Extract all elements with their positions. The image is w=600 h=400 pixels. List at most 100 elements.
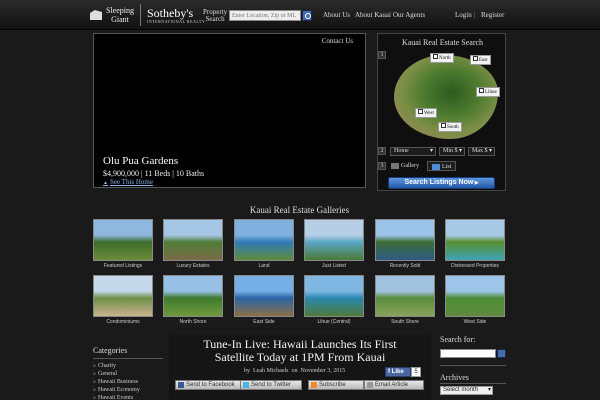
region-west-checkbox[interactable]: West: [415, 108, 437, 118]
sothebys-brand: Sotheby's INTERNATIONAL REALTY: [147, 7, 205, 24]
property-type-select[interactable]: Home: [390, 147, 436, 156]
gallery-view-label: Gallery: [401, 163, 419, 169]
archives-month-select[interactable]: Select month: [440, 386, 493, 395]
send-to-twitter-label: Send to Twitter: [251, 382, 291, 388]
region-lihue-checkbox[interactable]: Lihue: [476, 87, 500, 97]
brand-name: Sotheby's: [147, 5, 194, 20]
article-author[interactable]: Leah Michaels: [253, 368, 288, 374]
article-byline: by Leah Michaels on November 3, 2015: [244, 368, 345, 374]
site-search-input[interactable]: [440, 349, 496, 358]
region-north-checkbox[interactable]: North: [430, 53, 454, 63]
archives-divider: [440, 383, 506, 384]
step-3-badge: 3: [378, 162, 386, 170]
send-to-facebook-label: Send to Facebook: [186, 382, 235, 388]
gallery-thumb[interactable]: [93, 275, 153, 317]
byline-by: by: [244, 368, 250, 374]
gallery-label[interactable]: Luxury Estates: [158, 263, 228, 269]
register-link[interactable]: Register: [481, 11, 504, 19]
min-price-select[interactable]: Min $: [439, 147, 465, 156]
kauai-region-map: North East Lihue West South: [388, 51, 502, 143]
gallery-label[interactable]: East Side: [229, 319, 299, 325]
category-link[interactable]: Hawaii Business: [93, 378, 163, 386]
gallery-label[interactable]: Land: [229, 263, 299, 269]
email-article-label: Email Article: [375, 382, 409, 388]
categories-list: CharityGeneralHawaii BusinessHawaii Econ…: [93, 362, 163, 400]
region-east-checkbox[interactable]: East: [470, 55, 491, 65]
article-date: November 3, 2015: [300, 368, 346, 374]
categories-widget: Categories CharityGeneralHawaii Business…: [93, 346, 163, 400]
max-price-select[interactable]: Max $: [468, 147, 495, 156]
step-1-badge: 1: [378, 51, 386, 59]
gallery-label[interactable]: Lihue (Central): [299, 319, 369, 325]
article-title-line-2[interactable]: Satellite Today at 1PM From Kauai: [169, 351, 431, 364]
contact-us-link[interactable]: Contact Us: [322, 37, 353, 45]
nav-about-kauai[interactable]: About Kauai: [355, 11, 391, 19]
sleeping-giant-logo-icon: [90, 10, 102, 20]
property-search-button[interactable]: [302, 10, 312, 21]
gallery-label[interactable]: South Shore: [370, 319, 440, 325]
kauai-search-panel: Kauai Real Estate Search 1 2 3 North Eas…: [377, 33, 506, 191]
search-listings-button[interactable]: Search Listings Now: [388, 177, 495, 189]
gallery-label[interactable]: Distressed Properties: [440, 263, 510, 269]
gallery-thumb[interactable]: [304, 275, 364, 317]
gallery-label[interactable]: Condominiums: [88, 319, 158, 325]
gallery-view-button[interactable]: Gallery: [391, 161, 419, 171]
rss-icon: [311, 382, 317, 388]
list-view-button[interactable]: List: [427, 161, 457, 171]
nav-about-us[interactable]: About Us: [323, 11, 350, 19]
step-2-badge: 2: [378, 147, 386, 155]
gallery-label[interactable]: West Side: [440, 319, 510, 325]
categories-title: Categories: [93, 346, 163, 359]
send-to-facebook-button[interactable]: Send to Facebook: [175, 380, 241, 390]
envelope-icon: [367, 382, 373, 388]
like-label: Like: [391, 369, 404, 375]
gallery-thumb[interactable]: [375, 275, 435, 317]
property-search-input[interactable]: [229, 10, 301, 21]
galleries-title: Kauai Real Estate Galleries: [249, 205, 350, 215]
brand-sub: INTERNATIONAL REALTY: [147, 18, 206, 24]
facebook-share-icon: [178, 382, 184, 388]
gallery-label[interactable]: Just Listed: [299, 263, 369, 269]
subscribe-label: Subscribe: [319, 382, 346, 388]
search-widget-title: Search for:: [440, 335, 476, 344]
gallery-thumb[interactable]: [445, 219, 505, 261]
category-link[interactable]: Hawaii Events: [93, 394, 163, 400]
list-view-label: List: [442, 164, 452, 170]
article-title[interactable]: Tune-In Live: Hawaii Launches Its First …: [169, 338, 431, 364]
gallery-label[interactable]: North Shore: [158, 319, 228, 325]
category-link[interactable]: Hawaii Economy: [93, 386, 163, 394]
login-separator: |: [474, 11, 476, 19]
hero-title: Olu Pua Gardens: [103, 155, 179, 167]
hero-details: $4,900,000 | 11 Beds | 10 Baths: [103, 169, 205, 178]
gallery-thumb[interactable]: [375, 219, 435, 261]
nav-our-agents[interactable]: Our Agents: [393, 11, 425, 19]
hero-slideshow[interactable]: Contact Us Olu Pua Gardens $4,900,000 | …: [93, 33, 366, 188]
sidebar-divider: [440, 365, 506, 366]
gallery-thumb[interactable]: [93, 219, 153, 261]
gallery-label[interactable]: Featured Listings: [88, 263, 158, 269]
site-logo[interactable]: Sleeping Giant Sotheby's INTERNATIONAL R…: [90, 4, 205, 26]
category-link[interactable]: General: [93, 370, 163, 378]
gallery-thumb[interactable]: [445, 275, 505, 317]
send-to-twitter-button[interactable]: Send to Twitter: [240, 380, 302, 390]
gallery-thumb[interactable]: [163, 275, 223, 317]
twitter-icon: [243, 382, 249, 388]
see-this-home-link[interactable]: See This Home: [103, 178, 153, 186]
archives-title: Archives: [440, 373, 469, 382]
site-search-button[interactable]: [497, 349, 506, 358]
category-link[interactable]: Charity: [93, 362, 163, 370]
gallery-thumb[interactable]: [163, 219, 223, 261]
gallery-thumb[interactable]: [234, 219, 294, 261]
gallery-label[interactable]: Recently Sold: [370, 263, 440, 269]
facebook-like-button[interactable]: f Like: [385, 367, 411, 377]
right-sidebar: Search for: Archives: [440, 335, 506, 384]
login-link[interactable]: Login: [455, 11, 472, 19]
kauai-search-title: Kauai Real Estate Search: [401, 38, 484, 47]
top-bar: Sleeping Giant Sotheby's INTERNATIONAL R…: [0, 0, 600, 30]
logo-line-2: Giant: [111, 15, 129, 24]
gallery-thumb[interactable]: [234, 275, 294, 317]
subscribe-button[interactable]: Subscribe: [308, 380, 364, 390]
gallery-thumb[interactable]: [304, 219, 364, 261]
email-article-button[interactable]: Email Article: [364, 380, 424, 390]
region-south-checkbox[interactable]: South: [438, 122, 462, 132]
